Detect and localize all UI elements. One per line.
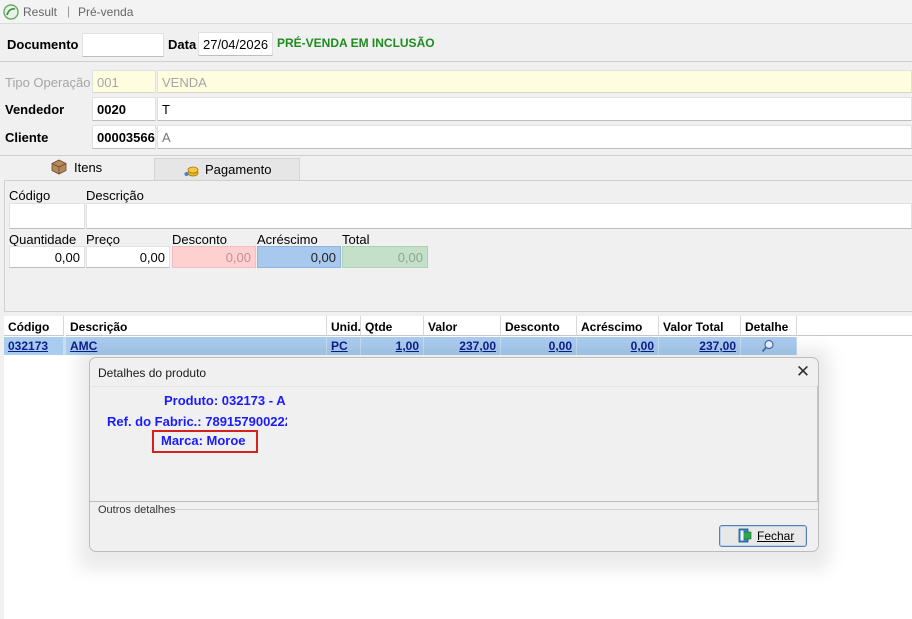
- cliente-code-field[interactable]: 00003566: [92, 125, 156, 149]
- dialog-title: Detalhes do produto: [98, 366, 207, 380]
- grid-cell-codigo[interactable]: 032173: [4, 337, 64, 355]
- quantidade-input[interactable]: 0,00: [9, 246, 85, 268]
- tipo-operacao-desc-field: VENDA: [157, 70, 912, 93]
- documento-input[interactable]: [82, 33, 164, 57]
- vendedor-code-field[interactable]: 0020: [92, 97, 156, 121]
- close-icon[interactable]: ✕: [793, 362, 813, 382]
- total-field: 0,00: [342, 246, 428, 268]
- title-bar: [0, 0, 912, 24]
- preco-label: Preço: [86, 232, 120, 247]
- descricao-label: Descrição: [86, 188, 144, 203]
- vendedor-desc-field: T: [157, 97, 912, 121]
- codigo-input[interactable]: [9, 203, 85, 229]
- app-logo-icon: [3, 4, 19, 20]
- acrescimo-input[interactable]: 0,00: [257, 246, 341, 268]
- grid-header-descricao[interactable]: Descrição: [66, 316, 327, 336]
- grid-header-valor[interactable]: Valor: [424, 316, 501, 336]
- preco-input[interactable]: 0,00: [86, 246, 170, 268]
- exit-door-icon[interactable]: [738, 528, 752, 543]
- app-name: Result: [23, 5, 58, 19]
- tipo-operacao-label: Tipo Operação: [5, 75, 91, 90]
- desconto-input[interactable]: 0,00: [172, 246, 256, 268]
- quantidade-label: Quantidade: [9, 232, 77, 247]
- tab-itens-label: Itens: [74, 160, 103, 175]
- grid-header-codigo[interactable]: Código: [4, 316, 64, 336]
- grid-header-valor-total[interactable]: Valor Total: [659, 316, 741, 336]
- outros-detalhes-divider: [175, 509, 818, 510]
- title-separator: |: [67, 4, 71, 18]
- vendedor-label: Vendedor: [5, 102, 65, 117]
- coins-icon: [184, 166, 199, 177]
- tab-itens[interactable]: Itens: [4, 156, 154, 180]
- documento-label: Documento: [7, 37, 79, 52]
- acrescimo-label: Acréscimo: [257, 232, 318, 247]
- dialog-panel-border: [817, 386, 818, 502]
- box-icon: [51, 159, 67, 175]
- marca-text: Marca: Moroe: [161, 433, 246, 448]
- data-label: Data: [168, 37, 197, 52]
- grid-header-detalhe[interactable]: Detalhe: [741, 316, 797, 336]
- tab-pagamento-label: Pagamento: [205, 162, 272, 177]
- status-text: PRÉ-VENDA EM INCLUSÃO: [277, 36, 435, 50]
- produto-text: Produto: 032173 - AMC: [164, 393, 286, 408]
- data-input[interactable]: 27/04/2026: [198, 32, 273, 56]
- cliente-desc-field: A: [157, 125, 912, 149]
- descricao-input[interactable]: [86, 203, 912, 229]
- tab-pagamento[interactable]: Pagamento: [154, 158, 300, 180]
- dialog-panel-divider: [90, 501, 818, 502]
- grid-header-acrescimo[interactable]: Acréscimo: [577, 316, 659, 336]
- grid-header-filler: [797, 316, 912, 336]
- ref-fabricante-text: Ref. do Fabric.: 789157900222: [107, 414, 287, 429]
- tipo-operacao-code-field[interactable]: 001: [92, 70, 156, 93]
- grid-header-unid[interactable]: Unid.: [327, 316, 361, 336]
- codigo-label: Código: [9, 188, 51, 203]
- fechar-button-label[interactable]: Fechar: [757, 529, 794, 543]
- window-title: Pré-venda: [78, 5, 134, 19]
- desconto-label: Desconto: [172, 232, 227, 247]
- outros-detalhes-label: Outros detalhes: [98, 504, 176, 516]
- cliente-label: Cliente: [5, 130, 49, 145]
- grid-header-qtde[interactable]: Qtde: [361, 316, 424, 336]
- header-divider: [0, 61, 912, 62]
- grid-header-desconto[interactable]: Desconto: [501, 316, 577, 336]
- total-label: Total: [342, 232, 370, 247]
